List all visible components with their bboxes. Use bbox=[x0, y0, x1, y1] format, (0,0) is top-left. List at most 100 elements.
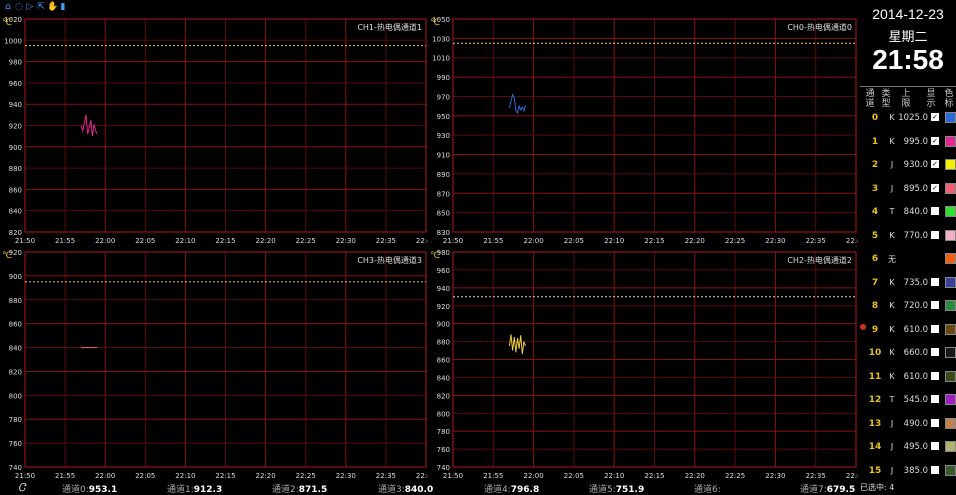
x-tick-label: 21:50 bbox=[443, 237, 463, 245]
color-swatch[interactable] bbox=[945, 370, 956, 382]
display-checkbox[interactable]: ✓ bbox=[931, 113, 939, 121]
display-checkbox[interactable] bbox=[931, 207, 939, 215]
display-checkbox[interactable] bbox=[931, 442, 939, 450]
channel-type: K bbox=[889, 371, 895, 381]
play-icon[interactable]: ▷ bbox=[25, 2, 35, 12]
display-checkbox[interactable] bbox=[931, 324, 939, 333]
panel-title: CH1-热电偶通道1 bbox=[357, 22, 422, 32]
color-swatch[interactable] bbox=[945, 159, 956, 170]
channel-row[interactable]: 8 K 720.0 bbox=[860, 295, 956, 319]
footer-channel-value: 通道0:953.1 bbox=[62, 485, 118, 495]
color-swatch[interactable] bbox=[945, 441, 956, 452]
x-tick-label: 22:20 bbox=[256, 472, 276, 480]
color-swatch[interactable] bbox=[945, 323, 956, 335]
display-checkbox[interactable]: ✓ bbox=[931, 136, 939, 145]
channel-row[interactable]: 2 J 930.0 ✓ bbox=[860, 154, 956, 178]
display-checkbox[interactable] bbox=[931, 465, 939, 474]
channel-number: 6 bbox=[871, 254, 879, 264]
y-tick-label: 940 bbox=[437, 285, 450, 293]
y-tick-label: 1010 bbox=[432, 55, 450, 63]
status-footer: 通道0:953.1 通道1:912.3 通道2:871.5 通道3:840.0 通道4:… bbox=[0, 481, 858, 495]
y-tick-label: 860 bbox=[9, 321, 22, 329]
x-tick-label: 22:35 bbox=[806, 237, 826, 245]
refresh-icon[interactable]: ◌ bbox=[14, 2, 24, 12]
color-swatch[interactable] bbox=[945, 464, 956, 476]
p-ch3[interactable]: 740 760 780 800 820 840 860 880 900 920 21:50 21:55… bbox=[0, 247, 428, 481]
p-ch2[interactable]: 740 760 780 800 820 840 860 880 900 920 940 960 980 2… bbox=[428, 247, 858, 481]
channel-row[interactable]: 12 T 545.0 bbox=[860, 389, 956, 413]
channel-number: 14 bbox=[868, 442, 882, 452]
x-tick-label: 21:50 bbox=[15, 237, 35, 245]
p-ch1[interactable]: 820 840 860 880 900 920 940 960 980 1000 1020 21:50… bbox=[0, 14, 428, 246]
y-tick-label: 880 bbox=[9, 165, 22, 173]
display-checkbox[interactable]: ✓ bbox=[931, 183, 939, 192]
display-checkbox[interactable] bbox=[931, 418, 939, 427]
display-checkbox[interactable]: ✓ bbox=[931, 160, 939, 168]
channel-row[interactable]: 15 J 385.0 bbox=[860, 460, 956, 484]
channel-row[interactable]: 14 J 495.0 bbox=[860, 436, 956, 460]
channel-number: 1 bbox=[871, 136, 879, 147]
channel-row[interactable]: 10 K 660.0 bbox=[860, 342, 956, 366]
x-tick-label: 21:55 bbox=[55, 472, 75, 480]
color-swatch[interactable] bbox=[945, 229, 956, 241]
y-tick-label: 1030 bbox=[432, 35, 450, 43]
channel-row[interactable]: 5 K 770.0 bbox=[860, 225, 956, 249]
color-swatch[interactable] bbox=[945, 182, 956, 194]
color-swatch[interactable] bbox=[945, 300, 956, 311]
channel-number: 11 bbox=[868, 371, 882, 382]
export-icon[interactable]: ▮ bbox=[58, 2, 68, 12]
channel-type: K bbox=[889, 277, 895, 287]
home-icon[interactable]: ⌂ bbox=[3, 2, 13, 12]
display-checkbox[interactable] bbox=[931, 230, 939, 239]
y-tick-label: 890 bbox=[437, 171, 450, 179]
y-tick-label: 820 bbox=[437, 392, 450, 400]
channel-row[interactable]: 13 J 490.0 bbox=[860, 413, 956, 437]
channel-row[interactable]: 1 K 995.0 ✓ bbox=[860, 131, 956, 155]
hand-icon[interactable]: ✋ bbox=[47, 2, 58, 12]
color-swatch[interactable] bbox=[945, 112, 956, 123]
channel-row[interactable]: 7 K 735.0 bbox=[860, 272, 956, 296]
cursor-icon[interactable]: ⇱ bbox=[36, 2, 46, 12]
channel-type: T bbox=[889, 207, 895, 216]
company-logo: Ꮳ bbox=[18, 481, 26, 494]
x-tick-label: 22:40 bbox=[416, 472, 428, 480]
x-tick-label: 22:00 bbox=[524, 472, 544, 480]
display-checkbox[interactable] bbox=[931, 301, 939, 309]
y-tick-label: 940 bbox=[9, 101, 22, 109]
x-tick-label: 22:05 bbox=[564, 237, 584, 245]
display-checkbox[interactable] bbox=[931, 277, 939, 286]
color-swatch[interactable] bbox=[945, 347, 956, 358]
x-tick-label: 22:25 bbox=[725, 472, 745, 480]
y-tick-label: 780 bbox=[9, 416, 22, 424]
channel-row[interactable]: 6无 bbox=[860, 248, 956, 272]
channel-row[interactable]: 0 K 1025.0 ✓ bbox=[860, 107, 956, 131]
channel-limit: 385.0 bbox=[903, 465, 928, 476]
y-tick-label: 740 bbox=[437, 464, 450, 472]
display-checkbox[interactable] bbox=[931, 371, 939, 380]
channel-row[interactable]: 9 K 610.0 bbox=[860, 319, 956, 343]
display-checkbox[interactable] bbox=[931, 348, 939, 356]
color-swatch[interactable] bbox=[945, 394, 956, 405]
datetime-panel: 2014-12-23 星期二 21:58 bbox=[860, 0, 956, 84]
p-ch0[interactable]: 830 850 870 890 910 930 950 970 990 1010 1030 1050 2… bbox=[428, 14, 858, 246]
channel-number: 3 bbox=[871, 183, 879, 194]
color-swatch[interactable] bbox=[945, 417, 956, 429]
channel-number: 12 bbox=[868, 395, 882, 405]
display-checkbox[interactable] bbox=[931, 395, 939, 403]
color-swatch[interactable] bbox=[945, 135, 956, 147]
color-swatch[interactable] bbox=[945, 276, 956, 288]
channel-type: K bbox=[889, 348, 895, 357]
alarm-icon bbox=[860, 323, 866, 330]
channel-type: J bbox=[890, 160, 894, 169]
channel-number: 7 bbox=[871, 277, 879, 288]
channel-row[interactable]: 11 K 610.0 bbox=[860, 366, 956, 390]
x-tick-label: 22:25 bbox=[296, 237, 316, 245]
channel-number: 5 bbox=[871, 230, 879, 241]
color-swatch[interactable] bbox=[945, 253, 956, 264]
color-swatch[interactable] bbox=[945, 206, 956, 217]
channel-number: 2 bbox=[871, 160, 879, 170]
channel-row[interactable]: 4 T 840.0 bbox=[860, 201, 956, 225]
plot-background bbox=[428, 14, 858, 246]
x-tick-label: 22:25 bbox=[296, 472, 316, 480]
channel-row[interactable]: 3 J 895.0 ✓ bbox=[860, 178, 956, 202]
